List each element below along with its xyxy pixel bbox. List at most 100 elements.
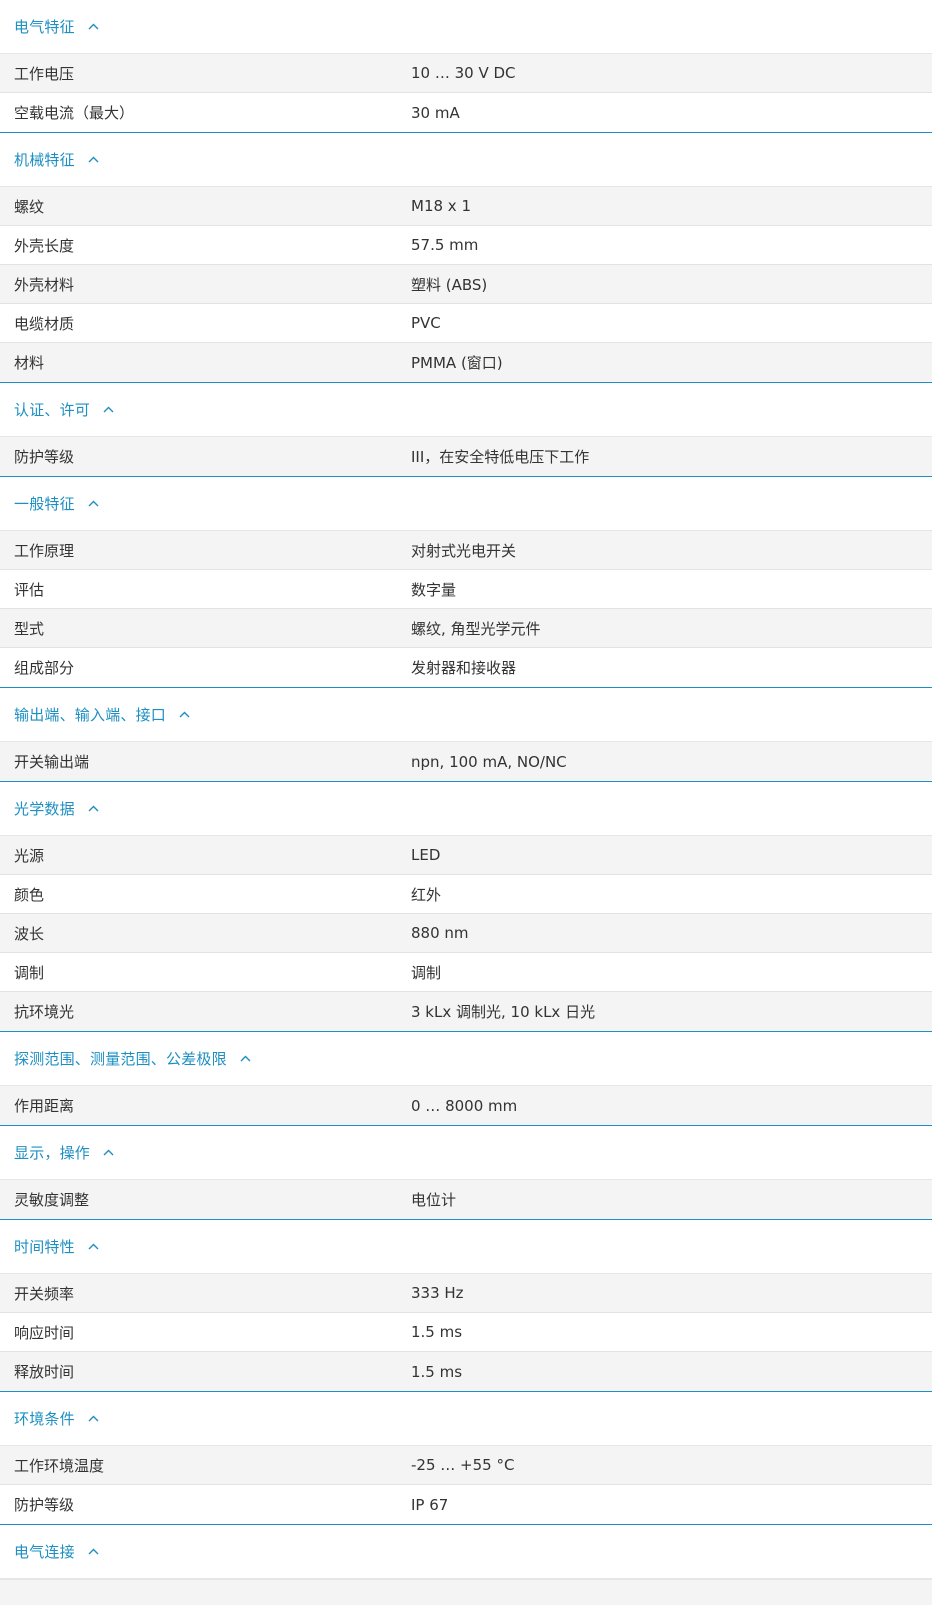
- spec-row: 外壳材料 塑料 (ABS): [0, 265, 932, 304]
- section-header[interactable]: 光学数据: [0, 782, 932, 836]
- section-rows: 光源 LED 颜色 红外 波长 880 nm 调制 调制 抗环境光 3 kLx …: [0, 836, 932, 1031]
- spec-label: 灵敏度调整: [14, 1191, 90, 1209]
- chevron-up-icon[interactable]: [179, 711, 190, 718]
- section-header[interactable]: 显示，操作: [0, 1126, 932, 1180]
- section-title: 输出端、输入端、接口: [14, 706, 167, 724]
- section-header[interactable]: 机械特征: [0, 133, 932, 187]
- spec-value: III，在安全特低电压下工作: [411, 448, 590, 466]
- spec-label: 开关输出端: [14, 753, 90, 771]
- spec-label: 颜色: [14, 885, 45, 904]
- spec-label: 外壳长度: [14, 236, 75, 255]
- chevron-up-icon[interactable]: [103, 1149, 114, 1156]
- spec-accordion: 电气特征 工作电压 10 … 30 V DC 空载电流（最大） 30 mA 机械…: [0, 0, 932, 1605]
- spec-value: IP 67: [411, 1495, 449, 1514]
- spec-value: PVC: [411, 314, 441, 332]
- spec-row: 光源 LED: [0, 836, 932, 875]
- section-rows-continuation: [0, 1579, 932, 1605]
- spec-value: 3 kLx 调制光, 10 kLx 日光: [411, 1003, 596, 1021]
- spec-section: 光学数据 光源 LED 颜色 红外 波长 880 nm 调制 调制 抗环境光 3…: [0, 782, 932, 1032]
- spec-row: 型式 螺纹, 角型光学元件: [0, 609, 932, 648]
- section-header[interactable]: 输出端、输入端、接口: [0, 688, 932, 742]
- spec-row: 外壳长度 57.5 mm: [0, 226, 932, 265]
- section-header[interactable]: 探测范围、测量范围、公差极限: [0, 1032, 932, 1086]
- spec-value: LED: [411, 846, 441, 864]
- spec-label: 波长: [14, 924, 45, 943]
- spec-value: 333 Hz: [411, 1284, 464, 1302]
- spec-label: 型式: [14, 619, 45, 638]
- spec-label: 调制: [14, 963, 45, 982]
- spec-label: 工作环境温度: [14, 1456, 105, 1475]
- spec-value: 10 … 30 V DC: [411, 64, 516, 82]
- chevron-up-icon[interactable]: [88, 23, 99, 30]
- chevron-up-icon[interactable]: [88, 500, 99, 507]
- spec-label: 材料: [14, 354, 45, 372]
- spec-label: 螺纹: [14, 197, 45, 216]
- spec-row: 开关输出端 npn, 100 mA, NO/NC: [0, 742, 932, 781]
- spec-value: 发射器和接收器: [411, 659, 517, 677]
- spec-section: 电气连接: [0, 1525, 932, 1605]
- spec-row: 颜色 红外: [0, 875, 932, 914]
- spec-value: 1.5 ms: [411, 1362, 463, 1381]
- spec-section: 环境条件 工作环境温度 -25 … +55 °C 防护等级 IP 67: [0, 1392, 932, 1525]
- chevron-up-icon[interactable]: [88, 805, 99, 812]
- section-title: 电气特征: [14, 18, 75, 36]
- spec-value: M18 x 1: [411, 197, 471, 215]
- spec-value: 塑料 (ABS): [411, 275, 488, 294]
- section-title: 光学数据: [14, 800, 75, 818]
- spec-section: 机械特征 螺纹 M18 x 1 外壳长度 57.5 mm 外壳材料 塑料 (AB…: [0, 133, 932, 383]
- section-title: 显示，操作: [14, 1144, 91, 1162]
- page: { "colors": { "accent": "#1d8fc2", "row_…: [0, 0, 932, 1605]
- section-header[interactable]: 一般特征: [0, 477, 932, 531]
- spec-value: 数字量: [411, 580, 457, 599]
- spec-value: 对射式光电开关: [411, 541, 517, 560]
- spec-value: 880 nm: [411, 924, 469, 942]
- spec-row: 防护等级 IP 67: [0, 1485, 932, 1524]
- chevron-up-icon[interactable]: [103, 406, 114, 413]
- spec-row: 开关频率 333 Hz: [0, 1274, 932, 1313]
- spec-label: 释放时间: [14, 1363, 75, 1381]
- section-rows: 螺纹 M18 x 1 外壳长度 57.5 mm 外壳材料 塑料 (ABS) 电缆…: [0, 187, 932, 382]
- section-rows: 防护等级 III，在安全特低电压下工作: [0, 437, 932, 476]
- chevron-up-icon[interactable]: [88, 1548, 99, 1555]
- section-rows: 工作电压 10 … 30 V DC 空载电流（最大） 30 mA: [0, 54, 932, 132]
- section-header[interactable]: 电气特征: [0, 0, 932, 54]
- spec-section: 认证、许可 防护等级 III，在安全特低电压下工作: [0, 383, 932, 477]
- section-rows: 灵敏度调整 电位计: [0, 1180, 932, 1219]
- section-title: 环境条件: [14, 1410, 75, 1428]
- chevron-up-icon[interactable]: [88, 1243, 99, 1250]
- section-title: 一般特征: [14, 495, 75, 513]
- spec-value: PMMA (窗口): [411, 354, 503, 372]
- spec-row: 抗环境光 3 kLx 调制光, 10 kLx 日光: [0, 992, 932, 1031]
- spec-value: 调制: [411, 963, 442, 982]
- spec-section: 时间特性 开关频率 333 Hz 响应时间 1.5 ms 释放时间 1.5 ms: [0, 1220, 932, 1392]
- spec-label: 电缆材质: [14, 314, 75, 333]
- spec-row: 空载电流（最大） 30 mA: [0, 93, 932, 132]
- spec-label: 组成部分: [14, 659, 75, 677]
- spec-row: 电缆材质 PVC: [0, 304, 932, 343]
- section-rows: 开关频率 333 Hz 响应时间 1.5 ms 释放时间 1.5 ms: [0, 1274, 932, 1391]
- chevron-up-icon[interactable]: [88, 156, 99, 163]
- spec-value: 0 … 8000 mm: [411, 1096, 518, 1115]
- spec-row: 灵敏度调整 电位计: [0, 1180, 932, 1219]
- spec-value: 电位计: [411, 1191, 457, 1209]
- spec-label: 抗环境光: [14, 1003, 75, 1021]
- spec-section: 探测范围、测量范围、公差极限 作用距离 0 … 8000 mm: [0, 1032, 932, 1126]
- spec-label: 防护等级: [14, 448, 75, 466]
- section-header[interactable]: 时间特性: [0, 1220, 932, 1274]
- chevron-up-icon[interactable]: [240, 1055, 251, 1062]
- spec-value: npn, 100 mA, NO/NC: [411, 752, 567, 771]
- spec-section: 输出端、输入端、接口 开关输出端 npn, 100 mA, NO/NC: [0, 688, 932, 782]
- section-title: 时间特性: [14, 1238, 75, 1256]
- spec-value: -25 … +55 °C: [411, 1456, 515, 1474]
- section-title: 探测范围、测量范围、公差极限: [14, 1050, 227, 1068]
- section-rows: 作用距离 0 … 8000 mm: [0, 1086, 932, 1125]
- chevron-up-icon[interactable]: [88, 1415, 99, 1422]
- section-header[interactable]: 认证、许可: [0, 383, 932, 437]
- section-header[interactable]: 环境条件: [0, 1392, 932, 1446]
- spec-section: 电气特征 工作电压 10 … 30 V DC 空载电流（最大） 30 mA: [0, 0, 932, 133]
- spec-label: 工作原理: [14, 541, 75, 560]
- spec-value: 1.5 ms: [411, 1323, 463, 1341]
- section-title: 电气连接: [14, 1543, 75, 1561]
- section-header[interactable]: 电气连接: [0, 1525, 932, 1579]
- section-rows: 工作环境温度 -25 … +55 °C 防护等级 IP 67: [0, 1446, 932, 1524]
